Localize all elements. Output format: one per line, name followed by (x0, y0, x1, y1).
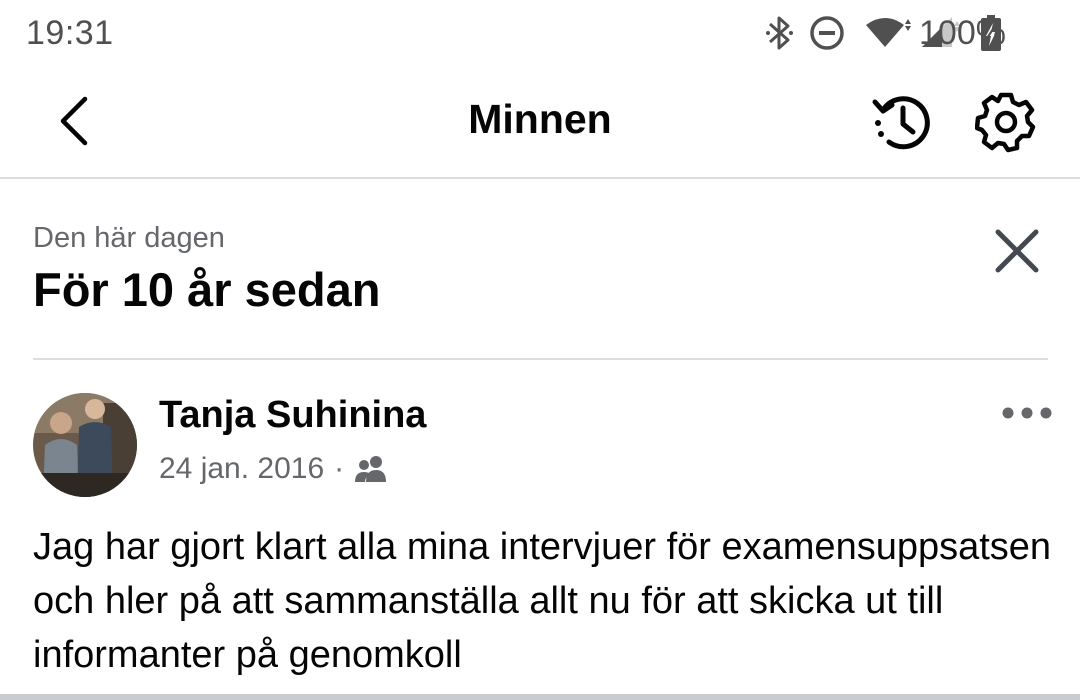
gear-icon (975, 92, 1036, 153)
avatar[interactable] (33, 393, 137, 497)
header: Minnen (0, 68, 1080, 179)
meta-separator: · (334, 452, 345, 485)
friends-icon (354, 454, 388, 484)
battery-percent: 100% (919, 14, 1006, 52)
post-date[interactable]: 24 jan. 2016 (159, 452, 324, 486)
wifi-icon (864, 12, 914, 54)
bottom-edge (0, 694, 1080, 700)
section-label: Den här dagen (33, 222, 225, 254)
close-button[interactable] (984, 218, 1050, 284)
post-text: Jag har gjort klart alla mina intervjuer… (33, 526, 1052, 676)
post-author[interactable]: Tanja Suhinina (159, 394, 426, 437)
settings-button[interactable] (970, 86, 1042, 158)
close-icon (995, 229, 1039, 273)
bluetooth-icon (760, 12, 798, 54)
divider (33, 358, 1048, 360)
history-icon (872, 96, 930, 150)
status-bar: 19:31 100% (0, 0, 1080, 68)
post-meta: 24 jan. 2016 · (159, 452, 388, 486)
section-title: För 10 år sedan (33, 263, 381, 316)
avatar-photo (33, 393, 137, 497)
more-options-button[interactable] (996, 392, 1058, 434)
do-not-disturb-icon (808, 12, 846, 54)
status-time: 19:31 (26, 14, 114, 52)
history-button[interactable] (865, 86, 937, 158)
more-horizontal-icon (1002, 407, 1052, 419)
